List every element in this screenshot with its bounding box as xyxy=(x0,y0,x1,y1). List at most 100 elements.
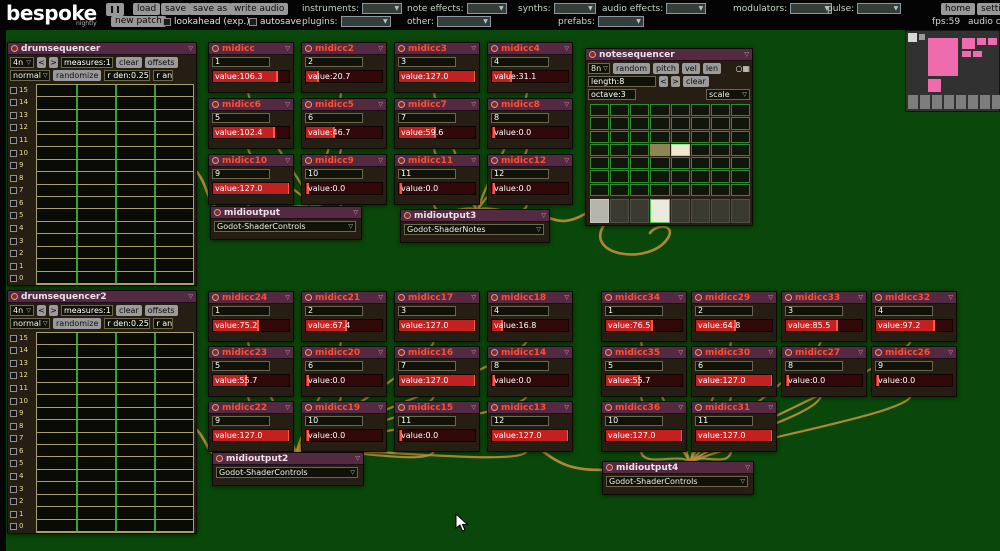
module-titlebar[interactable]: midicc32 ▽ xyxy=(872,292,956,304)
module-titlebar[interactable]: drumsequencer ▽ xyxy=(8,43,196,55)
row-toggle[interactable]: 0 xyxy=(10,520,35,533)
enable-circle-icon[interactable] xyxy=(605,349,612,356)
module-titlebar[interactable]: midicc23 ▽ xyxy=(209,347,293,359)
device-dropdown[interactable]: Godot-ShaderControls ▽ xyxy=(214,221,356,232)
save-as-button[interactable]: save as xyxy=(189,3,232,15)
note-cell[interactable] xyxy=(730,130,750,143)
chevron-down-icon[interactable]: ▽ xyxy=(678,404,683,411)
note-cell[interactable] xyxy=(730,117,750,130)
row-toggle[interactable]: 11 xyxy=(10,382,35,395)
chevron-down-icon[interactable]: ▽ xyxy=(188,293,193,300)
note-cell[interactable] xyxy=(710,130,730,143)
note-cell[interactable] xyxy=(650,183,670,196)
chevron-down-icon[interactable]: ▽ xyxy=(678,294,683,301)
measures-slider[interactable]: measures:1 xyxy=(61,305,113,316)
note-grid[interactable] xyxy=(590,104,750,196)
chevron-down-icon[interactable]: ▽ xyxy=(471,157,476,164)
module-titlebar[interactable]: midicc11 ▽ xyxy=(395,155,479,167)
value-slider[interactable]: value:20.7 xyxy=(305,70,383,83)
interval-dropdown[interactable]: 4n ▽ xyxy=(10,57,34,68)
note-cell[interactable] xyxy=(670,183,690,196)
module-titlebar[interactable]: midioutput4 ▽ xyxy=(603,462,753,474)
row-toggle[interactable]: 3 xyxy=(10,483,35,496)
cc-number-field[interactable]: 4 xyxy=(491,306,549,316)
row-toggle[interactable]: 6 xyxy=(10,197,35,210)
cc-number-field[interactable]: 5 xyxy=(605,361,663,371)
note-cell[interactable] xyxy=(650,117,670,130)
enable-circle-icon[interactable] xyxy=(491,349,498,356)
module-titlebar[interactable]: midicc7 ▽ xyxy=(395,99,479,111)
note-cell[interactable] xyxy=(670,143,690,157)
cc-number-field[interactable]: 4 xyxy=(875,306,933,316)
row-toggle[interactable]: 6 xyxy=(10,445,35,458)
cc-number-field[interactable]: 3 xyxy=(398,306,456,316)
note-cell[interactable] xyxy=(690,130,710,143)
module-titlebar[interactable]: midicc26 ▽ xyxy=(872,347,956,359)
note-cell[interactable] xyxy=(590,157,610,170)
note-cell[interactable] xyxy=(730,157,750,170)
module-titlebar[interactable]: midicc15 ▽ xyxy=(395,402,479,414)
chevron-down-icon[interactable]: ▽ xyxy=(471,45,476,52)
scale-dropdown[interactable]: scale ▽ xyxy=(706,89,750,100)
vel-button[interactable]: vel xyxy=(681,63,700,74)
clear-button[interactable]: clear xyxy=(116,57,142,68)
note-cell[interactable] xyxy=(670,157,690,170)
cc-number-field[interactable]: 1 xyxy=(212,57,270,67)
note-cell[interactable] xyxy=(630,104,650,117)
cc-number-field[interactable]: 7 xyxy=(398,113,456,123)
chevron-down-icon[interactable]: ▽ xyxy=(353,209,358,216)
note-cell[interactable] xyxy=(630,117,650,130)
modulators-dropdown[interactable]: ▼ xyxy=(790,3,833,14)
value-slider[interactable]: value:59.6 xyxy=(398,126,476,139)
note-cell[interactable] xyxy=(590,130,610,143)
note-cell[interactable] xyxy=(650,143,670,157)
enable-circle-icon[interactable] xyxy=(11,45,18,52)
note-cell[interactable] xyxy=(710,157,730,170)
note-cell[interactable] xyxy=(730,104,750,117)
chevron-down-icon[interactable]: ▽ xyxy=(564,101,569,108)
enable-circle-icon[interactable] xyxy=(398,349,405,356)
note-cell[interactable] xyxy=(670,170,690,183)
value-slider[interactable]: value:76.5 xyxy=(605,319,683,332)
note-effects-dropdown[interactable]: ▼ xyxy=(466,3,507,14)
note-bottom-cell[interactable] xyxy=(690,199,710,223)
note-cell[interactable] xyxy=(650,130,670,143)
module-titlebar[interactable]: midicc27 ▽ xyxy=(782,347,866,359)
value-slider[interactable]: value:0.0 xyxy=(398,429,476,442)
cc-number-field[interactable]: 2 xyxy=(695,306,753,316)
interval-dropdown[interactable]: 8n ▽ xyxy=(588,63,610,74)
chevron-down-icon[interactable]: ▽ xyxy=(378,45,383,52)
step-grid[interactable] xyxy=(36,332,194,533)
note-bottom-cell[interactable] xyxy=(670,199,690,223)
cc-number-field[interactable]: 7 xyxy=(398,361,456,371)
row-toggle[interactable]: 9 xyxy=(10,407,35,420)
chevron-down-icon[interactable]: ▽ xyxy=(564,157,569,164)
note-cell[interactable] xyxy=(610,143,630,157)
chevron-down-icon[interactable]: ▽ xyxy=(541,212,546,219)
note-cell[interactable] xyxy=(650,157,670,170)
value-slider[interactable]: value:31.1 xyxy=(491,70,569,83)
row-toggle[interactable]: 14 xyxy=(10,345,35,358)
cc-number-field[interactable]: 6 xyxy=(305,361,363,371)
cc-number-field[interactable]: 12 xyxy=(491,169,549,179)
home-button[interactable]: home xyxy=(941,3,975,15)
note-cell[interactable] xyxy=(690,117,710,130)
note-cell[interactable] xyxy=(610,130,630,143)
cc-number-field[interactable]: 4 xyxy=(491,57,549,67)
module-titlebar[interactable]: midicc17 ▽ xyxy=(395,292,479,304)
shift-left-button[interactable]: < xyxy=(37,57,46,68)
enable-circle-icon[interactable] xyxy=(695,349,702,356)
row-toggle[interactable]: 13 xyxy=(10,357,35,370)
chevron-down-icon[interactable]: ▽ xyxy=(564,294,569,301)
cc-number-field[interactable]: 9 xyxy=(212,169,270,179)
value-slider[interactable]: value:0.0 xyxy=(785,374,863,387)
cc-number-field[interactable]: 11 xyxy=(398,169,456,179)
cc-number-field[interactable]: 12 xyxy=(491,416,549,426)
random-density-slider[interactable]: r den:0.25 xyxy=(104,70,151,81)
enable-circle-icon[interactable] xyxy=(606,464,613,471)
module-titlebar[interactable]: midicc18 ▽ xyxy=(488,292,572,304)
enable-circle-icon[interactable] xyxy=(212,404,219,411)
value-slider[interactable]: value:55.7 xyxy=(605,374,683,387)
value-slider[interactable]: value:127.0 xyxy=(398,374,476,387)
module-titlebar[interactable]: midicc31 ▽ xyxy=(692,402,776,414)
